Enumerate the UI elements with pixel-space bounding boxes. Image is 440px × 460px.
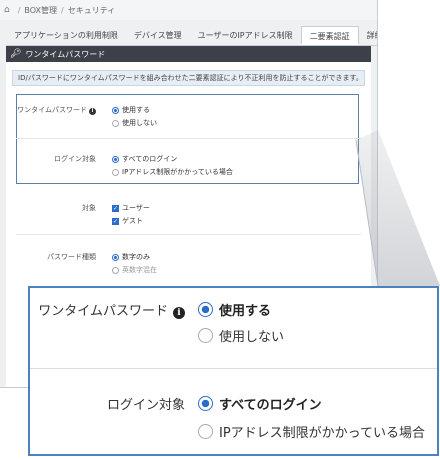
radio-selected-icon [112,253,119,261]
radio-unselected-icon [112,168,119,176]
breadcrumb-item-security: セキュリティ [67,5,116,15]
password-type-option-digits[interactable]: 数字のみ [112,252,150,262]
home-icon[interactable]: ⌂ [4,5,10,15]
radio-selected-icon [198,396,213,411]
tab-bar: アプリケーションの利用制限 デバイス管理 ユーザーのIPアドレス制限 二要素認証… [6,26,377,46]
row-divider [30,368,437,369]
otp-option-nouse[interactable]: 使用しない [198,326,284,345]
radio-unselected-icon [198,328,213,343]
target-user-label: ユーザー [122,204,150,212]
key-icon: 🔑︎ [10,49,22,59]
tab-two-factor[interactable]: 二要素認証 [300,26,359,45]
otp-option-use[interactable]: 使用する [198,300,271,319]
breadcrumb: ⌂ / BOX管理 / セキュリティ [0,0,377,20]
target-option-user[interactable]: ✓ ユーザー [112,203,150,213]
otp-option-nouse-small[interactable]: 使用しない [112,118,157,128]
info-banner: ID/パスワードにワンタイムパスワードを組み合わせた二要素認証により不正利用を防… [12,70,365,86]
radio-selected-icon [112,106,119,114]
login-target-label-small: ログイン対象 [54,155,96,163]
radio-unselected-icon [112,266,119,274]
tab-advanced[interactable]: 詳細設 [359,26,377,45]
login-target-option-ip[interactable]: IPアドレス制限がかかっている場合 [198,422,425,441]
breadcrumb-separator: / [17,5,21,15]
login-target-ip-zoom-label: IPアドレス制限がかかっている場合 [219,426,426,441]
section-title: ワンタイムパスワード [25,49,106,59]
radio-unselected-icon [198,424,213,439]
login-target-option-ip-small[interactable]: IPアドレス制限がかかっている場合 [112,167,233,177]
target-option-guest[interactable]: ✓ ゲスト [112,216,143,226]
otp-label-small: ワンタイムパスワード i [6,105,96,115]
password-type-option-alnum[interactable]: 英数字混在 [112,265,157,275]
login-target-option-all[interactable]: すべてのログイン [198,394,322,413]
screenshot-stage: ⌂ / BOX管理 / セキュリティ アプリケーションの利用制限 デバイス管理 … [0,0,440,460]
tab-user-ip-restriction[interactable]: ユーザーのIPアドレス制限 [190,26,301,45]
otp-label: ワンタイムパスワード i [38,300,185,319]
login-target-label: ログイン対象 [106,398,185,413]
password-type-alnum-label: 英数字混在 [122,266,157,274]
checkbox-checked-icon: ✓ [112,204,119,212]
login-target-ip-label: IPアドレス制限がかかっている場合 [122,168,233,176]
otp-option-use-zoom-label: 使用する [219,304,272,319]
otp-option-nouse-label: 使用しない [122,119,157,127]
zoom-callout: ワンタイムパスワード i 使用する 使用しない ログイン対象 すべてのログイン I… [28,286,439,456]
section-header: 🔑︎ ワンタイムパスワード [6,46,371,62]
breadcrumb-item-box-admin[interactable]: BOX管理 [24,5,57,16]
otp-label-text: ワンタイムパスワード [17,106,87,114]
target-label: 対象 [82,204,96,212]
radio-selected-icon [112,155,119,163]
password-type-label: パスワード種類 [47,253,96,261]
login-target-all-zoom-label: すべてのログイン [219,398,322,413]
otp-option-use-small[interactable]: 使用する [112,105,150,115]
otp-label-zoom-text: ワンタイムパスワード [38,304,168,319]
row-divider [16,138,361,139]
login-target-all-label: すべてのログイン [122,155,178,163]
tab-device-management[interactable]: デバイス管理 [126,26,190,45]
tab-app-restriction[interactable]: アプリケーションの利用制限 [6,26,126,45]
login-target-option-all-small[interactable]: すべてのログイン [112,154,177,164]
info-icon[interactable]: i [173,307,185,319]
otp-option-nouse-zoom-label: 使用しない [219,330,285,345]
radio-unselected-icon [112,119,119,127]
checkbox-checked-icon: ✓ [112,217,119,225]
breadcrumb-separator: / [61,5,64,15]
radio-selected-icon [198,302,213,317]
otp-option-use-label: 使用する [122,106,150,114]
row-divider [16,234,361,235]
target-guest-label: ゲスト [122,217,143,225]
password-type-digits-label: 数字のみ [122,253,150,261]
info-icon[interactable]: i [89,108,96,115]
